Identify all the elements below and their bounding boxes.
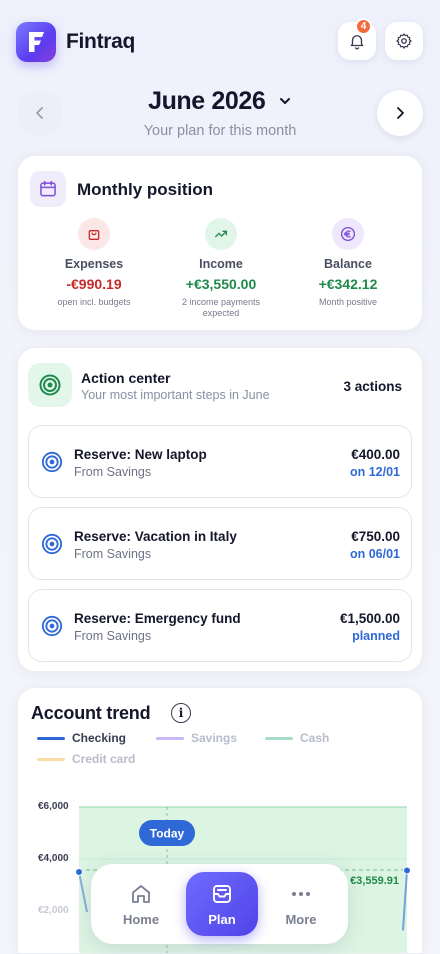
action-date: on 06/01	[349, 547, 400, 561]
action-center-subtitle: Your most important steps in June	[81, 388, 270, 402]
expenses-label: Expenses	[64, 257, 124, 271]
nav-plan[interactable]: Plan	[186, 872, 258, 936]
action-date: planned	[352, 629, 400, 643]
chevron-down-icon	[279, 98, 290, 105]
action-title: Reserve: Vacation in Italy	[74, 529, 237, 544]
bottom-navigation: Home Plan More	[91, 864, 348, 944]
income-note: 2 income payments expected	[181, 297, 261, 318]
income-label: Income	[199, 257, 243, 271]
target-icon	[41, 451, 63, 473]
legend-swatch	[156, 736, 184, 740]
nav-home[interactable]: Home	[105, 872, 177, 936]
nav-more-label: More	[285, 911, 317, 927]
expenses-value: -€990.19	[66, 276, 122, 292]
nav-home-label: Home	[122, 911, 160, 927]
target-icon	[41, 533, 63, 555]
legend-label: Cash	[300, 731, 330, 745]
logo-f-icon	[29, 32, 44, 52]
legend-savings[interactable]: Savings	[156, 731, 237, 745]
income-summary[interactable]: Income +€3,550.00 2 income payments expe…	[156, 218, 286, 319]
legend-credit-card[interactable]: Credit card	[37, 752, 135, 766]
action-center-title: Action center	[81, 370, 171, 386]
month-selector[interactable]: June 2026	[0, 86, 440, 116]
action-date: on 12/01	[349, 465, 400, 479]
shopping-bag-icon	[78, 218, 110, 250]
balance-summary[interactable]: Balance +€342.12 Month positive	[283, 218, 413, 308]
end-value-label: €3,559.91	[350, 875, 399, 887]
action-source: From Savings	[74, 465, 152, 479]
target-icon	[28, 363, 72, 407]
target-icon	[41, 615, 63, 637]
chevron-right-icon	[397, 107, 404, 119]
action-item[interactable]: Reserve: New laptop From Savings €400.00…	[28, 425, 412, 498]
notification-badge: 4	[355, 18, 372, 35]
action-source: From Savings	[74, 547, 152, 561]
legend-label: Credit card	[72, 752, 136, 766]
balance-value: +€342.12	[318, 276, 378, 292]
action-source: From Savings	[74, 629, 152, 643]
app-header: Fintraq 4	[0, 0, 440, 84]
income-value: +€3,550.00	[185, 276, 257, 292]
action-count: 3 actions	[343, 379, 402, 394]
action-amount: €400.00	[351, 447, 400, 462]
checking-point[interactable]	[75, 868, 83, 876]
action-item[interactable]: Reserve: Emergency fund From Savings €1,…	[28, 589, 412, 662]
plan-tray-icon	[213, 884, 231, 903]
legend-cash[interactable]: Cash	[265, 731, 329, 745]
monthly-position-card: Monthly position Expenses -€990.19 open …	[17, 155, 423, 331]
legend-label: Checking	[72, 731, 127, 745]
monthly-position-title: Monthly position	[77, 180, 213, 199]
action-title: Reserve: Emergency fund	[74, 611, 241, 626]
action-amount: €750.00	[351, 529, 400, 544]
more-dots-icon	[292, 891, 310, 896]
euro-icon	[332, 218, 364, 250]
legend-checking[interactable]: Checking	[37, 731, 126, 745]
app-name: Fintraq	[66, 30, 136, 53]
action-center-card: Action center Your most important steps …	[17, 347, 423, 672]
checking-point[interactable]	[403, 866, 411, 875]
gear-icon	[396, 33, 412, 49]
info-icon[interactable]: i	[171, 703, 191, 723]
expenses-summary[interactable]: Expenses -€990.19 open incl. budgets	[29, 218, 159, 308]
trending-up-icon	[205, 218, 237, 250]
notifications-button[interactable]: 4	[338, 18, 376, 60]
home-icon	[132, 884, 150, 903]
account-trend-title: Account trend	[31, 703, 151, 723]
month-subtitle: Your plan for this month	[143, 123, 297, 139]
action-title: Reserve: New laptop	[74, 447, 207, 462]
legend-swatch	[37, 736, 65, 740]
app-logo[interactable]	[16, 22, 56, 62]
today-label-group: Today	[139, 820, 195, 846]
settings-button[interactable]	[385, 22, 423, 60]
nav-plan-label: Plan	[208, 911, 236, 927]
balance-note: Month positive	[318, 297, 378, 307]
expenses-note: open incl. budgets	[57, 297, 131, 307]
action-item[interactable]: Reserve: Vacation in Italy From Savings …	[28, 507, 412, 580]
month-title: June 2026	[148, 86, 266, 115]
today-label: Today	[150, 827, 185, 841]
calendar-icon	[30, 171, 66, 207]
action-amount: €1,500.00	[339, 611, 400, 626]
legend-swatch	[37, 757, 65, 761]
legend-swatch	[265, 736, 293, 740]
nav-more[interactable]: More	[265, 872, 337, 936]
balance-label: Balance	[324, 257, 372, 271]
legend-label: Savings	[191, 731, 238, 745]
